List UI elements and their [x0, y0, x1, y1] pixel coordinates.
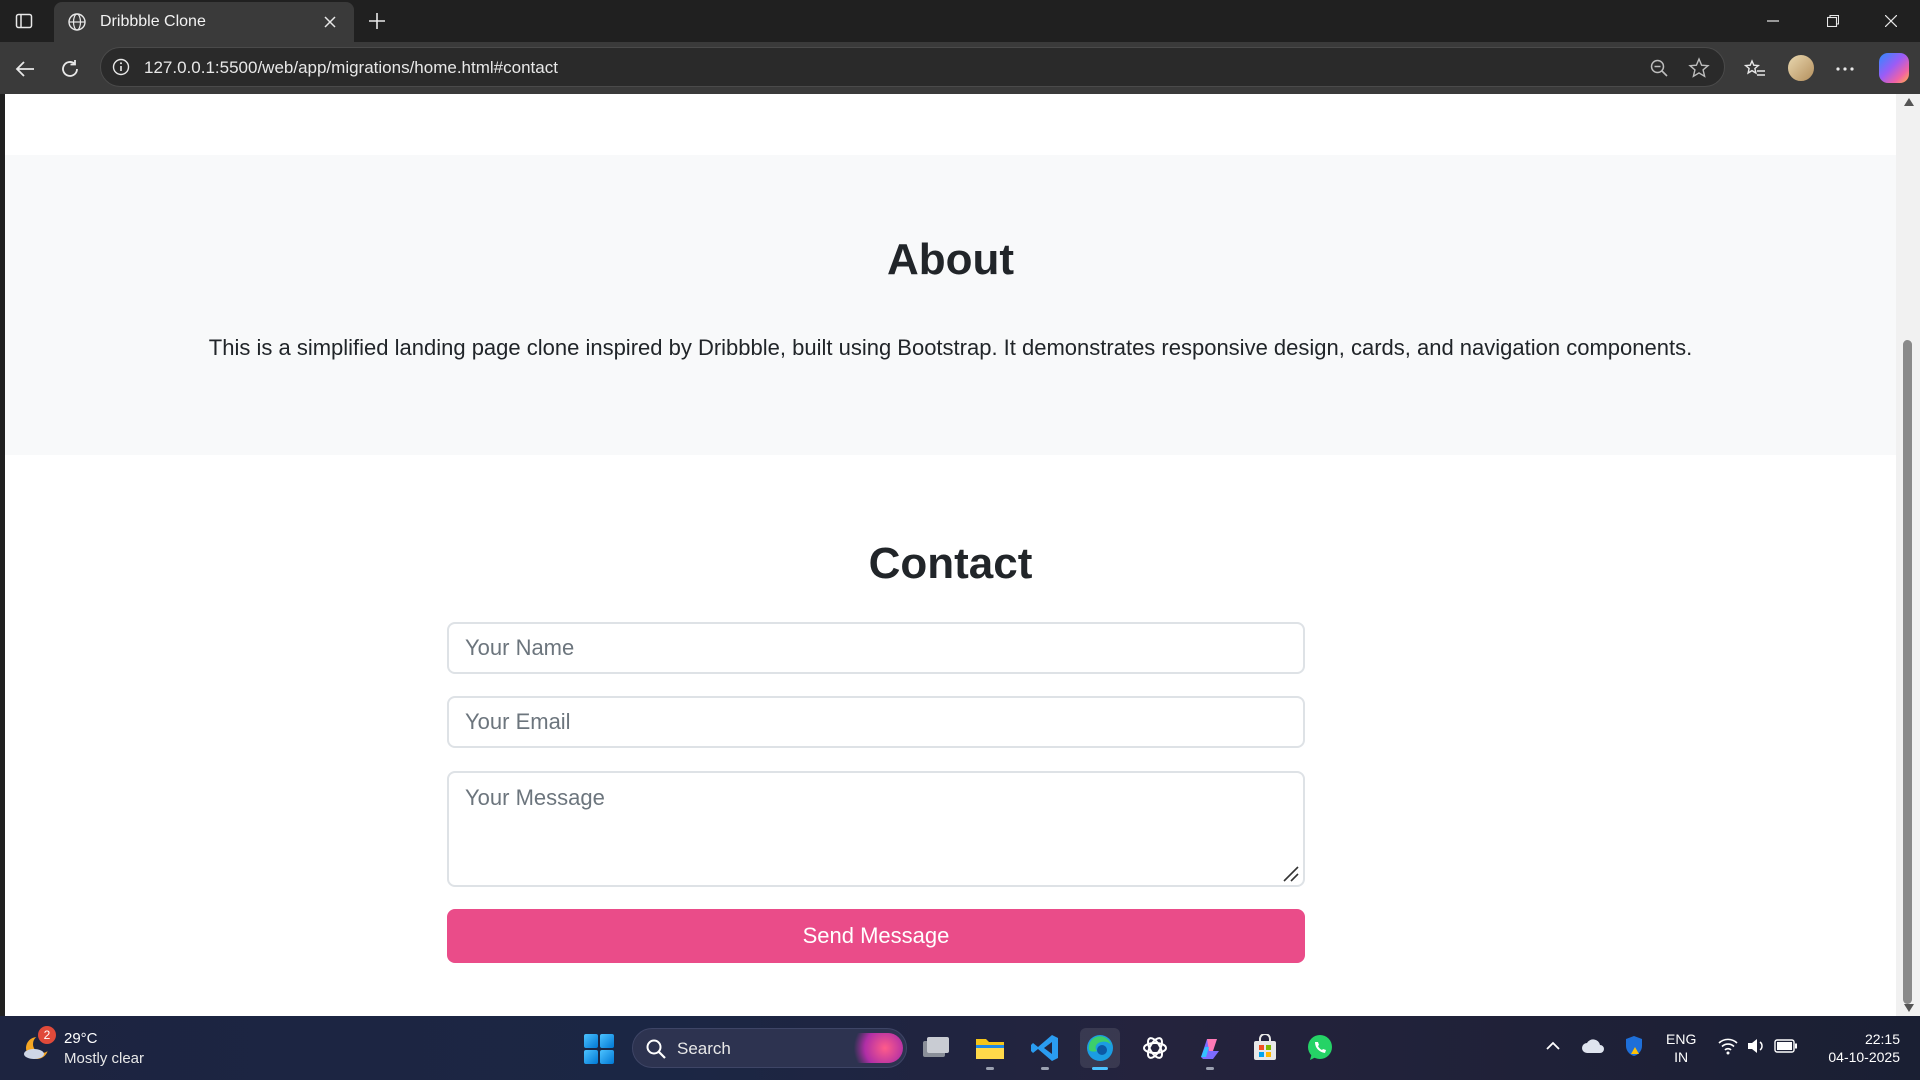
- address-bar[interactable]: 127.0.0.1:5500/web/app/migrations/home.h…: [100, 47, 1725, 87]
- search-icon: [646, 1039, 666, 1059]
- edge-icon[interactable]: [1080, 1028, 1120, 1070]
- language-region: IN: [1674, 1049, 1689, 1065]
- favorites-icon[interactable]: [1740, 54, 1770, 84]
- security-shield-icon[interactable]: [1622, 1034, 1646, 1058]
- reload-icon[interactable]: [55, 54, 85, 84]
- copilot-icon[interactable]: [1879, 53, 1909, 83]
- windows-start-icon[interactable]: [584, 1034, 614, 1064]
- running-indicator: [1041, 1067, 1049, 1070]
- close-tab-icon[interactable]: [320, 12, 340, 32]
- minimize-icon[interactable]: [1750, 0, 1796, 42]
- globe-icon: [66, 11, 88, 33]
- volume-icon[interactable]: [1744, 1034, 1768, 1058]
- file-explorer-icon[interactable]: [970, 1028, 1010, 1070]
- send-message-button[interactable]: Send Message: [447, 909, 1305, 963]
- onedrive-cloud-icon[interactable]: [1581, 1034, 1605, 1058]
- taskbar-search[interactable]: Search: [632, 1028, 907, 1068]
- battery-icon[interactable]: [1774, 1034, 1798, 1058]
- scroll-up-arrow-icon[interactable]: [1904, 98, 1914, 106]
- profile-avatar[interactable]: [1786, 53, 1816, 83]
- browser-tab[interactable]: Dribbble Clone: [54, 2, 354, 42]
- snipping-tool-icon[interactable]: [916, 1028, 956, 1068]
- search-highlight-graphic: [843, 1033, 903, 1063]
- system-clock[interactable]: 22:15 04-10-2025: [1810, 1030, 1900, 1066]
- new-tab-icon[interactable]: [364, 8, 390, 34]
- about-description: This is a simplified landing page clone …: [208, 335, 1693, 360]
- more-menu-icon[interactable]: [1830, 54, 1860, 84]
- clock-date: 04-10-2025: [1828, 1049, 1900, 1065]
- close-window-icon[interactable]: [1868, 0, 1914, 42]
- site-info-icon[interactable]: [111, 57, 131, 77]
- tab-actions-icon[interactable]: [12, 9, 36, 33]
- scroll-down-arrow-icon[interactable]: [1904, 1004, 1914, 1012]
- back-icon[interactable]: [10, 54, 40, 84]
- active-indicator: [1092, 1067, 1108, 1070]
- show-hidden-icons-chevron-up-icon[interactable]: [1541, 1034, 1565, 1058]
- running-indicator: [986, 1067, 994, 1070]
- copilot-app-icon[interactable]: [1190, 1028, 1230, 1070]
- email-input[interactable]: [447, 696, 1305, 748]
- chatgpt-icon[interactable]: [1135, 1028, 1175, 1068]
- resize-grip-icon[interactable]: [1282, 865, 1300, 883]
- browser-toolbar: 127.0.0.1:5500/web/app/migrations/home.h…: [0, 42, 1920, 94]
- message-textarea[interactable]: [447, 771, 1305, 887]
- wifi-icon[interactable]: [1716, 1034, 1740, 1058]
- windows-taskbar: 2 29°C Mostly clear Search ENG IN 22:15 …: [0, 1016, 1920, 1080]
- whatsapp-icon[interactable]: [1300, 1028, 1340, 1068]
- name-input[interactable]: [447, 622, 1305, 674]
- tab-title: Dribbble Clone: [100, 13, 206, 30]
- about-section: About This is a simplified landing page …: [5, 155, 1896, 455]
- clock-time: 22:15: [1864, 1031, 1900, 1047]
- microsoft-store-icon[interactable]: [1245, 1028, 1285, 1068]
- language-indicator[interactable]: ENG IN: [1666, 1030, 1696, 1066]
- weather-badge: 2: [38, 1026, 56, 1044]
- browser-title-bar: Dribbble Clone: [0, 0, 1920, 42]
- running-indicator: [1206, 1067, 1214, 1070]
- scroll-thumb[interactable]: [1903, 340, 1912, 1004]
- page-viewport: About This is a simplified landing page …: [5, 94, 1901, 1016]
- restore-icon[interactable]: [1810, 0, 1856, 42]
- contact-title: Contact: [868, 539, 1033, 588]
- page-scrollbar[interactable]: [1896, 94, 1920, 1016]
- url-text[interactable]: 127.0.0.1:5500/web/app/migrations/home.h…: [144, 58, 558, 78]
- vscode-icon[interactable]: [1025, 1028, 1065, 1070]
- favorite-star-icon[interactable]: [1687, 56, 1711, 80]
- weather-temperature[interactable]: 29°C: [64, 1030, 98, 1047]
- about-title: About: [886, 235, 1015, 284]
- zoom-out-icon[interactable]: [1647, 56, 1671, 80]
- language-code: ENG: [1666, 1031, 1697, 1047]
- search-label: Search: [677, 1039, 731, 1058]
- weather-description[interactable]: Mostly clear: [64, 1050, 144, 1067]
